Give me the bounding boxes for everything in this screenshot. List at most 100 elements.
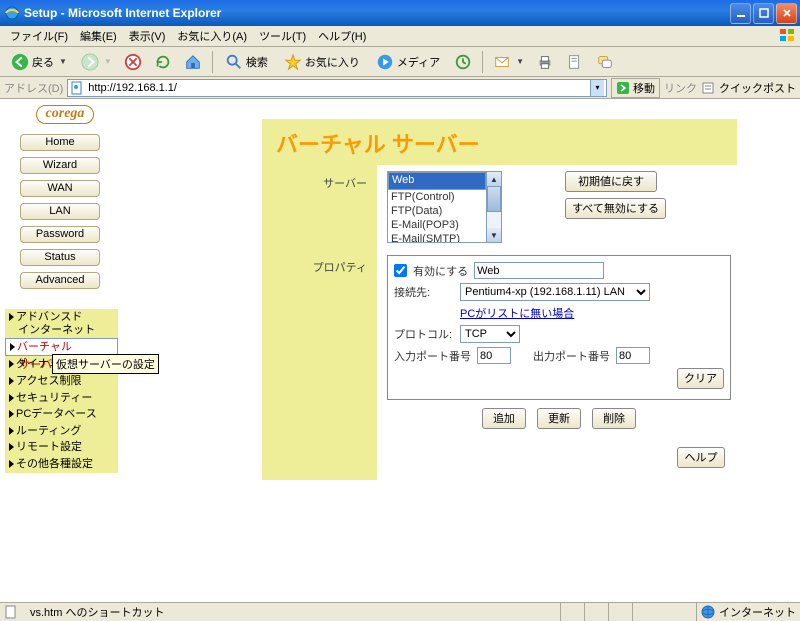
- menu-bar: ファイル(F) 編集(E) 表示(V) お気に入り(A) ツール(T) ヘルプ(…: [0, 26, 800, 47]
- submenu-item[interactable]: アドバンスド インターネット: [5, 309, 118, 338]
- address-bar: アドレス(D) ▾ 移動 リンク クイックポスト: [0, 77, 800, 99]
- server-option[interactable]: Web: [388, 172, 486, 190]
- go-button[interactable]: 移動: [611, 78, 660, 98]
- triangle-icon: [10, 343, 15, 351]
- chevron-down-icon: ▼: [516, 57, 524, 66]
- star-icon: [284, 53, 302, 71]
- inport-label: 入力ポート番号: [394, 348, 471, 364]
- pc-not-in-list-link[interactable]: PCがリストに無い場合: [460, 305, 574, 321]
- toolbar-separator: [212, 51, 213, 73]
- discuss-button[interactable]: [591, 50, 619, 74]
- media-label: メディア: [397, 54, 440, 70]
- minimize-button[interactable]: [730, 3, 751, 24]
- triangle-icon: [9, 377, 14, 385]
- nav-wan[interactable]: WAN: [20, 180, 100, 197]
- close-button[interactable]: [776, 3, 797, 24]
- nav-status[interactable]: Status: [20, 249, 100, 266]
- submenu-item[interactable]: セキュリティー: [5, 390, 118, 407]
- forward-button[interactable]: ▼: [76, 50, 117, 74]
- links-label[interactable]: リンク: [664, 80, 697, 96]
- menu-tools[interactable]: ツール(T): [253, 26, 312, 46]
- back-button[interactable]: 戻る ▼: [4, 50, 74, 74]
- search-button[interactable]: 検索: [218, 50, 275, 74]
- submenu-item[interactable]: その他各種設定: [5, 456, 118, 473]
- triangle-icon: [9, 443, 14, 451]
- print-button[interactable]: [531, 50, 559, 74]
- server-option[interactable]: E-Mail(POP3): [388, 218, 486, 232]
- menu-view[interactable]: 表示(V): [123, 26, 172, 46]
- update-button[interactable]: 更新: [537, 408, 581, 429]
- nav-password[interactable]: Password: [20, 226, 100, 243]
- home-icon: [184, 53, 202, 71]
- clear-button[interactable]: クリア: [677, 368, 724, 389]
- connection-select[interactable]: Pentium4-xp (192.168.1.11) LAN: [460, 283, 650, 301]
- menu-edit[interactable]: 編集(E): [74, 26, 123, 46]
- nav-home[interactable]: Home: [20, 134, 100, 151]
- submenu-item[interactable]: ルーティング: [5, 423, 118, 440]
- history-button[interactable]: [449, 50, 477, 74]
- advanced-submenu: アドバンスド インターネットバーチャル サーバダイナミックDNSアクセス制限セキ…: [5, 309, 118, 473]
- media-button[interactable]: メディア: [369, 50, 447, 74]
- scroll-track[interactable]: [487, 186, 501, 228]
- server-option[interactable]: FTP(Data): [388, 204, 486, 218]
- submenu-item[interactable]: PCデータベース: [5, 406, 118, 423]
- chevron-down-icon: ▼: [59, 57, 67, 66]
- go-label: 移動: [633, 80, 655, 96]
- scroll-down-button[interactable]: ▼: [487, 228, 501, 242]
- mail-icon: [493, 53, 511, 71]
- go-icon: [616, 81, 630, 95]
- url-box[interactable]: ▾: [67, 79, 607, 97]
- menu-favorites[interactable]: お気に入り(A): [171, 26, 253, 46]
- toolbar: 戻る ▼ ▼ 検索 お気に入り メディア ▼: [0, 47, 800, 77]
- home-button[interactable]: [179, 50, 207, 74]
- quickpost-label[interactable]: クイックポスト: [719, 80, 796, 96]
- zone-label: インターネット: [719, 604, 796, 620]
- url-input[interactable]: [88, 81, 586, 95]
- stop-button[interactable]: [119, 50, 147, 74]
- nav-lan[interactable]: LAN: [20, 203, 100, 220]
- url-dropdown-button[interactable]: ▾: [590, 80, 604, 96]
- refresh-icon: [154, 53, 172, 71]
- refresh-button[interactable]: [149, 50, 177, 74]
- submenu-item[interactable]: リモート設定: [5, 439, 118, 456]
- server-listbox[interactable]: WebFTP(Control)FTP(Data)E-Mail(POP3)E-Ma…: [387, 171, 487, 243]
- menu-file[interactable]: ファイル(F): [4, 26, 74, 46]
- media-icon: [376, 53, 394, 71]
- outport-label: 出力ポート番号: [533, 348, 610, 364]
- delete-button[interactable]: 削除: [592, 408, 636, 429]
- menu-help[interactable]: ヘルプ(H): [312, 26, 372, 46]
- maximize-button[interactable]: [753, 3, 774, 24]
- page-title: バーチャル サーバー: [262, 119, 737, 165]
- action-buttons: 追加 更新 削除: [387, 408, 731, 429]
- submenu-item[interactable]: アクセス制限: [5, 373, 118, 390]
- mail-button[interactable]: ▼: [488, 50, 529, 74]
- status-bar: vs.htm へのショートカット インターネット: [0, 602, 800, 621]
- inport-input[interactable]: [477, 347, 511, 364]
- edit-button[interactable]: [561, 50, 589, 74]
- server-name-input[interactable]: [474, 262, 604, 279]
- nav-advanced[interactable]: Advanced: [20, 272, 100, 289]
- server-option[interactable]: E-Mail(SMTP): [388, 232, 486, 243]
- protocol-select[interactable]: TCP: [460, 325, 520, 343]
- stop-icon: [124, 53, 142, 71]
- add-button[interactable]: 追加: [482, 408, 526, 429]
- nav-buttons: Home Wizard WAN LAN Password Status Advanced: [0, 134, 120, 289]
- server-option[interactable]: FTP(Control): [388, 190, 486, 204]
- ie-icon: [4, 5, 20, 21]
- scroll-up-button[interactable]: ▲: [487, 172, 501, 186]
- triangle-icon: [9, 427, 14, 435]
- favorites-button[interactable]: お気に入り: [277, 50, 367, 74]
- nav-wizard[interactable]: Wizard: [20, 157, 100, 174]
- page-content: corega HomeWizardWANLANPasswordStatusAdv…: [0, 99, 800, 602]
- scroll-thumb[interactable]: [487, 186, 501, 212]
- status-sep: [613, 603, 633, 621]
- search-icon: [225, 53, 243, 71]
- help-button[interactable]: ヘルプ: [677, 447, 725, 468]
- outport-input[interactable]: [616, 347, 650, 364]
- status-sep: [637, 603, 697, 621]
- scrollbar[interactable]: ▲ ▼: [487, 171, 502, 243]
- disable-all-button[interactable]: すべて無効にする: [565, 198, 666, 219]
- reset-defaults-button[interactable]: 初期値に戻す: [565, 171, 657, 192]
- enable-checkbox[interactable]: [394, 264, 407, 277]
- windows-flag-icon: [778, 27, 798, 45]
